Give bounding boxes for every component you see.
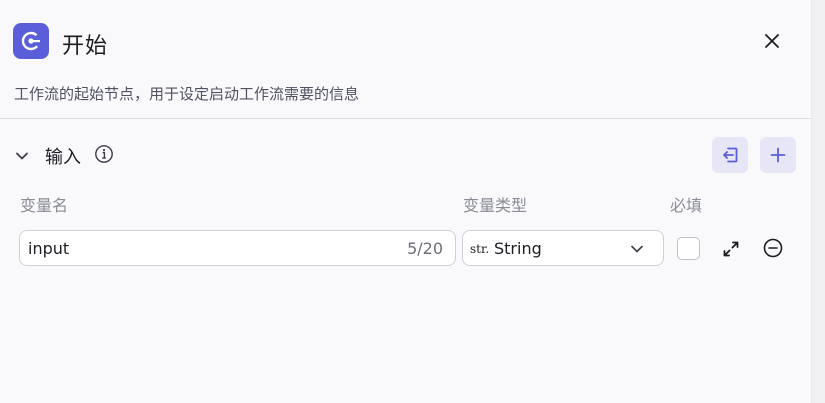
start-node-icon — [13, 23, 49, 59]
char-counter: 5/20 — [407, 239, 443, 258]
close-button[interactable] — [758, 27, 786, 55]
chevron-down-icon — [16, 152, 28, 160]
panel-title: 开始 — [62, 34, 109, 59]
variable-name-value[interactable]: input — [28, 239, 69, 258]
remove-variable-button[interactable] — [762, 237, 784, 259]
import-icon — [723, 147, 738, 163]
chevron-down-icon — [631, 245, 643, 253]
close-icon — [765, 34, 779, 48]
required-checkbox[interactable] — [677, 237, 700, 260]
expand-icon — [723, 241, 739, 257]
info-icon[interactable] — [94, 144, 114, 164]
collapse-button[interactable] — [12, 146, 32, 166]
import-variables-button[interactable] — [712, 137, 748, 173]
minus-circle-icon — [763, 238, 783, 258]
variable-name-input[interactable]: input 5/20 — [19, 230, 456, 266]
variable-type-value: String — [494, 239, 542, 258]
panel-header: 开始 — [0, 0, 811, 80]
node-config-panel: 开始 工作流的起始节点，用于设定启动工作流需要的信息 输入 变量名 变量类型 必… — [0, 0, 811, 403]
type-prefix-icon: str. — [470, 242, 490, 256]
variable-type-select[interactable]: str. String — [462, 230, 664, 266]
plus-icon — [770, 147, 786, 163]
node-description: 工作流的起始节点，用于设定启动工作流需要的信息 — [14, 85, 360, 103]
canvas-edge — [811, 0, 825, 403]
column-label-name: 变量名 — [20, 196, 69, 215]
column-label-type: 变量类型 — [463, 196, 528, 215]
divider — [0, 118, 811, 119]
section-title: 输入 — [45, 147, 81, 168]
column-label-required: 必填 — [670, 196, 703, 215]
input-section-header: 输入 — [0, 136, 811, 176]
expand-button[interactable] — [720, 238, 742, 260]
add-variable-button[interactable] — [760, 137, 796, 173]
